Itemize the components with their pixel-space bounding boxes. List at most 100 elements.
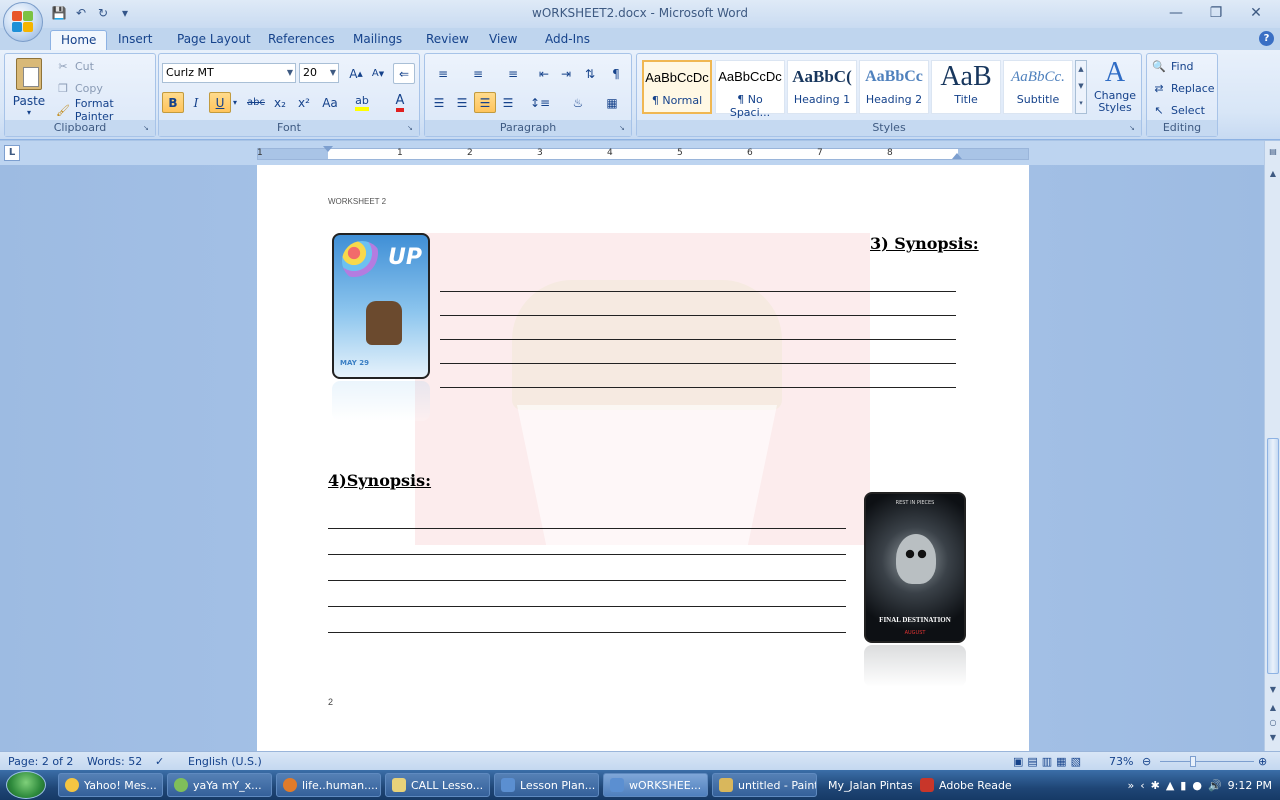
bold-button[interactable]: B [162, 92, 184, 113]
tab-insert[interactable]: Insert [108, 30, 162, 50]
volume-icon[interactable]: 🔊 [1208, 779, 1222, 792]
shading-button[interactable]: ♨ [563, 92, 593, 113]
style-subtitle[interactable]: AaBbCc. Subtitle [1003, 60, 1073, 114]
office-button[interactable] [3, 2, 43, 42]
underline-button[interactable]: U [209, 92, 231, 113]
update-icon[interactable]: ● [1192, 779, 1202, 792]
horizontal-ruler[interactable]: 1 1 2 3 4 5 6 7 8 [257, 146, 1029, 160]
highlight-button[interactable]: ab [349, 92, 375, 113]
style-normal[interactable]: AaBbCcDc ¶ Normal [642, 60, 712, 114]
sort-button[interactable]: ⇅ [579, 63, 601, 84]
taskbar-item[interactable]: life..human.... [276, 773, 381, 797]
increase-indent-button[interactable]: ⇥ [555, 63, 577, 84]
taskbar-item[interactable]: Yahoo! Mes... [58, 773, 163, 797]
decrease-indent-button[interactable]: ⇤ [533, 63, 555, 84]
word-count[interactable]: Words: 52 [87, 754, 142, 769]
find-button[interactable]: 🔍 Find [1151, 56, 1193, 76]
font-size-combo[interactable]: 20 ▼ [299, 63, 339, 83]
subscript-button[interactable]: x₂ [269, 92, 291, 113]
tab-mailings[interactable]: Mailings [343, 30, 412, 50]
select-button[interactable]: ↖ Select [1151, 100, 1205, 120]
scroll-down-icon[interactable]: ▼ [1266, 683, 1280, 697]
replace-button[interactable]: ⇄ Replace [1151, 78, 1214, 98]
style-title[interactable]: AaB Title [931, 60, 1001, 114]
justify-button[interactable]: ☰ [497, 92, 519, 113]
change-case-button[interactable]: Aa [317, 92, 343, 113]
font-launcher-icon[interactable]: ↘ [407, 124, 416, 133]
cut-button[interactable]: ✂ Cut [55, 56, 94, 76]
taskbar-item-active[interactable]: wORKSHEE... [603, 773, 708, 797]
tab-review[interactable]: Review [416, 30, 479, 50]
taskbar-item[interactable]: untitled - Paint [712, 773, 817, 797]
line-spacing-button[interactable]: ↕≡ [525, 92, 555, 113]
vertical-scrollbar[interactable]: ▤ ▲ ▼ ▲ ○ ▼ [1264, 141, 1280, 751]
style-no-spacing[interactable]: AaBbCcDc ¶ No Spaci... [715, 60, 785, 119]
format-painter-button[interactable]: 🖌 Format Painter [55, 97, 155, 123]
clock[interactable]: 9:12 PM [1228, 779, 1272, 792]
zoom-level[interactable]: 73% [1109, 754, 1133, 769]
align-left-button[interactable]: ☰ [428, 92, 450, 113]
start-button[interactable] [6, 771, 46, 799]
taskbar-item[interactable]: Adobe Reader 8 [913, 773, 1013, 797]
taskbar-toolbar-label[interactable]: My_Jalan Pintas [821, 773, 913, 797]
paste-button[interactable]: Paste ▾ [9, 56, 49, 118]
zoom-out-icon[interactable]: ⊖ [1142, 754, 1151, 769]
tab-add-ins[interactable]: Add-Ins [535, 30, 600, 50]
view-buttons[interactable]: ▣▤▥▦▧ [1013, 754, 1085, 769]
underline-dropdown-icon[interactable]: ▾ [230, 92, 240, 113]
minimize-button[interactable]: — [1156, 2, 1196, 24]
tab-home[interactable]: Home [50, 30, 108, 50]
styles-launcher-icon[interactable]: ↘ [1129, 124, 1138, 133]
page-count[interactable]: Page: 2 of 2 [8, 754, 73, 769]
zoom-slider[interactable] [1160, 761, 1254, 762]
align-center-button[interactable]: ☰ [451, 92, 473, 113]
tab-references[interactable]: References [258, 30, 345, 50]
taskbar-item[interactable]: Lesson Plan... [494, 773, 599, 797]
expand-tray-icon[interactable]: ‹ [1140, 779, 1144, 792]
scroll-up-icon[interactable]: ▲ [1266, 167, 1280, 181]
multilevel-list-button[interactable]: ≡ [498, 63, 528, 84]
proofing-icon[interactable]: ✓ [155, 754, 164, 769]
signal-icon[interactable]: ▮ [1180, 779, 1186, 792]
previous-page-icon[interactable]: ▲ [1266, 701, 1280, 715]
bluetooth-icon[interactable]: ✱ [1151, 779, 1160, 792]
paragraph-launcher-icon[interactable]: ↘ [619, 124, 628, 133]
next-page-icon[interactable]: ▼ [1266, 731, 1280, 745]
show-formatting-button[interactable]: ¶ [605, 63, 627, 84]
copy-button[interactable]: ❐ Copy [55, 78, 103, 98]
tab-page-layout[interactable]: Page Layout [167, 30, 261, 50]
style-heading-2[interactable]: AaBbCc Heading 2 [859, 60, 929, 114]
italic-button[interactable]: I [185, 92, 207, 113]
taskbar-item[interactable]: CALL Lesso... [385, 773, 490, 797]
zoom-slider-thumb[interactable] [1190, 756, 1196, 767]
zoom-in-icon[interactable]: ⊕ [1258, 754, 1267, 769]
superscript-button[interactable]: x² [293, 92, 315, 113]
right-indent-marker-icon[interactable] [952, 153, 962, 159]
restore-button[interactable]: ❐ [1196, 2, 1236, 24]
font-name-combo[interactable]: Curlz MT ▼ [162, 63, 296, 83]
indent-marker-icon[interactable] [323, 146, 333, 152]
align-right-button[interactable]: ☰ [474, 92, 496, 113]
tab-view[interactable]: View [479, 30, 527, 50]
numbering-button[interactable]: ≡ [463, 63, 493, 84]
up-movie-poster[interactable]: UP MAY 29 [332, 233, 430, 379]
change-styles-button[interactable]: A Change Styles [1091, 56, 1139, 118]
font-color-button[interactable]: A [387, 92, 413, 113]
bullets-button[interactable]: ≡ [428, 63, 458, 84]
language-indicator[interactable]: English (U.S.) [188, 754, 262, 769]
close-button[interactable]: ✕ [1236, 2, 1276, 24]
strikethrough-button[interactable]: abc [245, 92, 267, 113]
paste-dropdown-icon[interactable]: ▾ [9, 108, 49, 117]
chevron-right-icon[interactable]: » [1127, 779, 1134, 792]
shrink-font-button[interactable]: A ▼ [367, 63, 389, 84]
borders-button[interactable]: ▦ [597, 92, 627, 113]
help-icon[interactable]: ? [1259, 31, 1274, 46]
clipboard-launcher-icon[interactable]: ↘ [143, 124, 152, 133]
taskbar-item[interactable]: yaYa mY_x... [167, 773, 272, 797]
scroll-thumb[interactable] [1267, 438, 1279, 674]
clear-formatting-button[interactable]: ⇐ [393, 63, 415, 84]
ruler-toggle-icon[interactable]: ▤ [1266, 145, 1280, 159]
style-heading-1[interactable]: AaBbC( Heading 1 [787, 60, 857, 114]
styles-scroll[interactable]: ▲ ▼ ▾ [1075, 60, 1087, 114]
tab-selector[interactable]: L [4, 145, 20, 161]
